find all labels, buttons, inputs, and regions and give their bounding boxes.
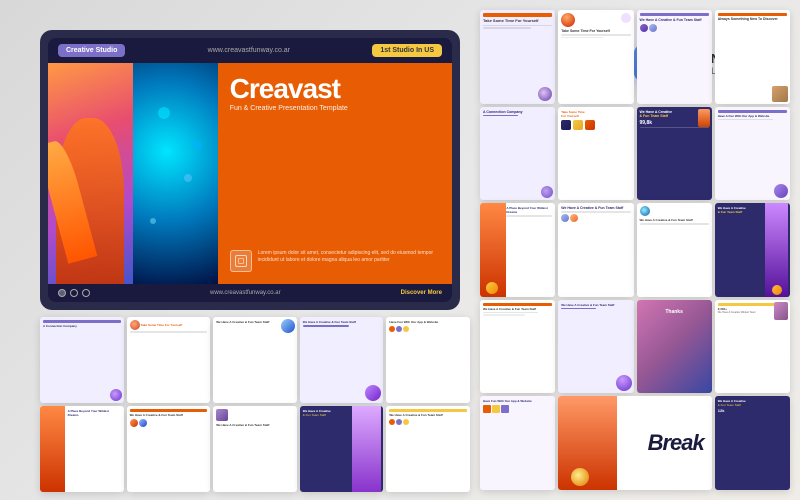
monitor-screen: Creative Studio www.creavastfunway.co.ar…	[48, 38, 452, 302]
bottom-slide-4: We Have A Creative & Fun Team Staff	[300, 317, 384, 403]
slide-url-top: www.creavastfunway.co.ar	[208, 47, 290, 54]
monitor-frame: Creative Studio www.creavastfunway.co.ar…	[40, 30, 460, 310]
slide-main-title: Creavast	[230, 75, 440, 103]
mini-slide-3: We Have A Creative & Fun Team Staff	[637, 10, 712, 104]
break-slide: Break	[558, 396, 712, 490]
bottom-slide-2: Take Some Time For Yourself	[127, 317, 211, 403]
mini-slide-2: Take Some Time For Yourself	[558, 10, 633, 104]
slide-description-area: Lorem ipsum dolor sit amet, consectetur …	[230, 250, 440, 272]
slide-image-hand	[48, 63, 133, 284]
slide-dots	[58, 289, 90, 297]
dot-3	[82, 289, 90, 297]
mini-slide-8: Have A Fun With Our App & Website	[715, 107, 790, 201]
mini-slide-15: Thanks	[637, 300, 712, 394]
dot-2	[70, 289, 78, 297]
slide-top-bar: Creative Studio www.creavastfunway.co.ar…	[48, 38, 452, 63]
mini-slide-6: Take Some Time For Yourself	[558, 107, 633, 201]
bottom-slide-5: Have Fun With Our App & Website	[386, 317, 470, 403]
slide-body: Creavast Fun & Creative Presentation Tem…	[48, 63, 452, 284]
slide-subtitle: Fun & Creative Presentation Template	[230, 105, 440, 112]
mini-slide-12: We Have A Creative & Fun Team Staff	[715, 203, 790, 297]
slide-bottom-bar: www.creavastfunway.co.ar Discover More	[48, 284, 452, 302]
studio-us-button[interactable]: 1st Studio In US	[372, 44, 442, 57]
right-slides-grid: Take Some Time For Yourself Take Some Ti…	[480, 10, 790, 490]
slide-url-bottom: www.creavastfunway.co.ar	[210, 290, 281, 296]
slide-description-text: Lorem ipsum dolor sit amet, consectetur …	[258, 250, 440, 264]
main-slide: Creative Studio www.creavastfunway.co.ar…	[48, 38, 452, 302]
creative-studio-button[interactable]: Creative Studio	[58, 44, 125, 57]
mini-slide-1: Take Some Time For Yourself	[480, 10, 555, 104]
mini-slide-16: 2,300+ We Have A Creative Wildest Team	[715, 300, 790, 394]
discover-more-cta[interactable]: Discover More	[401, 290, 442, 296]
mini-slide-11: We Have A Creative & Fun Team Staff	[637, 203, 712, 297]
slide-images-left	[48, 63, 218, 284]
bottom-slide-8: We Have A Creative & Fun Team Staff	[213, 406, 297, 492]
mini-slide-9: A Place Beyond Your Wildest Dreams	[480, 203, 555, 297]
bottom-slide-9: We Have A Creative & Fun Team Staff	[300, 406, 384, 492]
bottom-slides-grid: A Connection Company Take Some Time For …	[40, 317, 470, 492]
bottom-slide-1: A Connection Company	[40, 317, 124, 403]
bottom-slide-6: A Place Beyond Your Wildest Dreams	[40, 406, 124, 492]
mini-slide-5: A Connection Company	[480, 107, 555, 201]
slide-icon-box	[230, 250, 252, 272]
mini-slide-14: We Have A Creative & Fun Team Staff	[558, 300, 633, 394]
dot-1	[58, 289, 66, 297]
bottom-slide-10: We Have A Creative & Fun Team Staff	[386, 406, 470, 492]
slide-image-bokeh	[133, 63, 218, 284]
bottom-slide-3: We Have A Creative & Fun Team Staff	[213, 317, 297, 403]
bottom-slide-7: We Have A Creative & Fun Team Staff	[127, 406, 211, 492]
mini-slide-4: Always Something New To Discover	[715, 10, 790, 104]
mini-slide-13: We Have A Creative & Fun Team Staff	[480, 300, 555, 394]
break-text: Break	[648, 430, 704, 456]
main-monitor: Creative Studio www.creavastfunway.co.ar…	[40, 30, 460, 310]
mini-slide-10: We Have A Creative & Fun Team Staff	[558, 203, 633, 297]
slide-right-content: Creavast Fun & Creative Presentation Tem…	[218, 63, 452, 284]
mini-slide-17: Have Fun With Our App & Website	[480, 396, 555, 490]
mini-slide-18: We Have A Creative & Fun Team Staff 12k	[715, 396, 790, 490]
mini-slide-7: We Have A Creative & Fun Team Staff 99,8…	[637, 107, 712, 201]
